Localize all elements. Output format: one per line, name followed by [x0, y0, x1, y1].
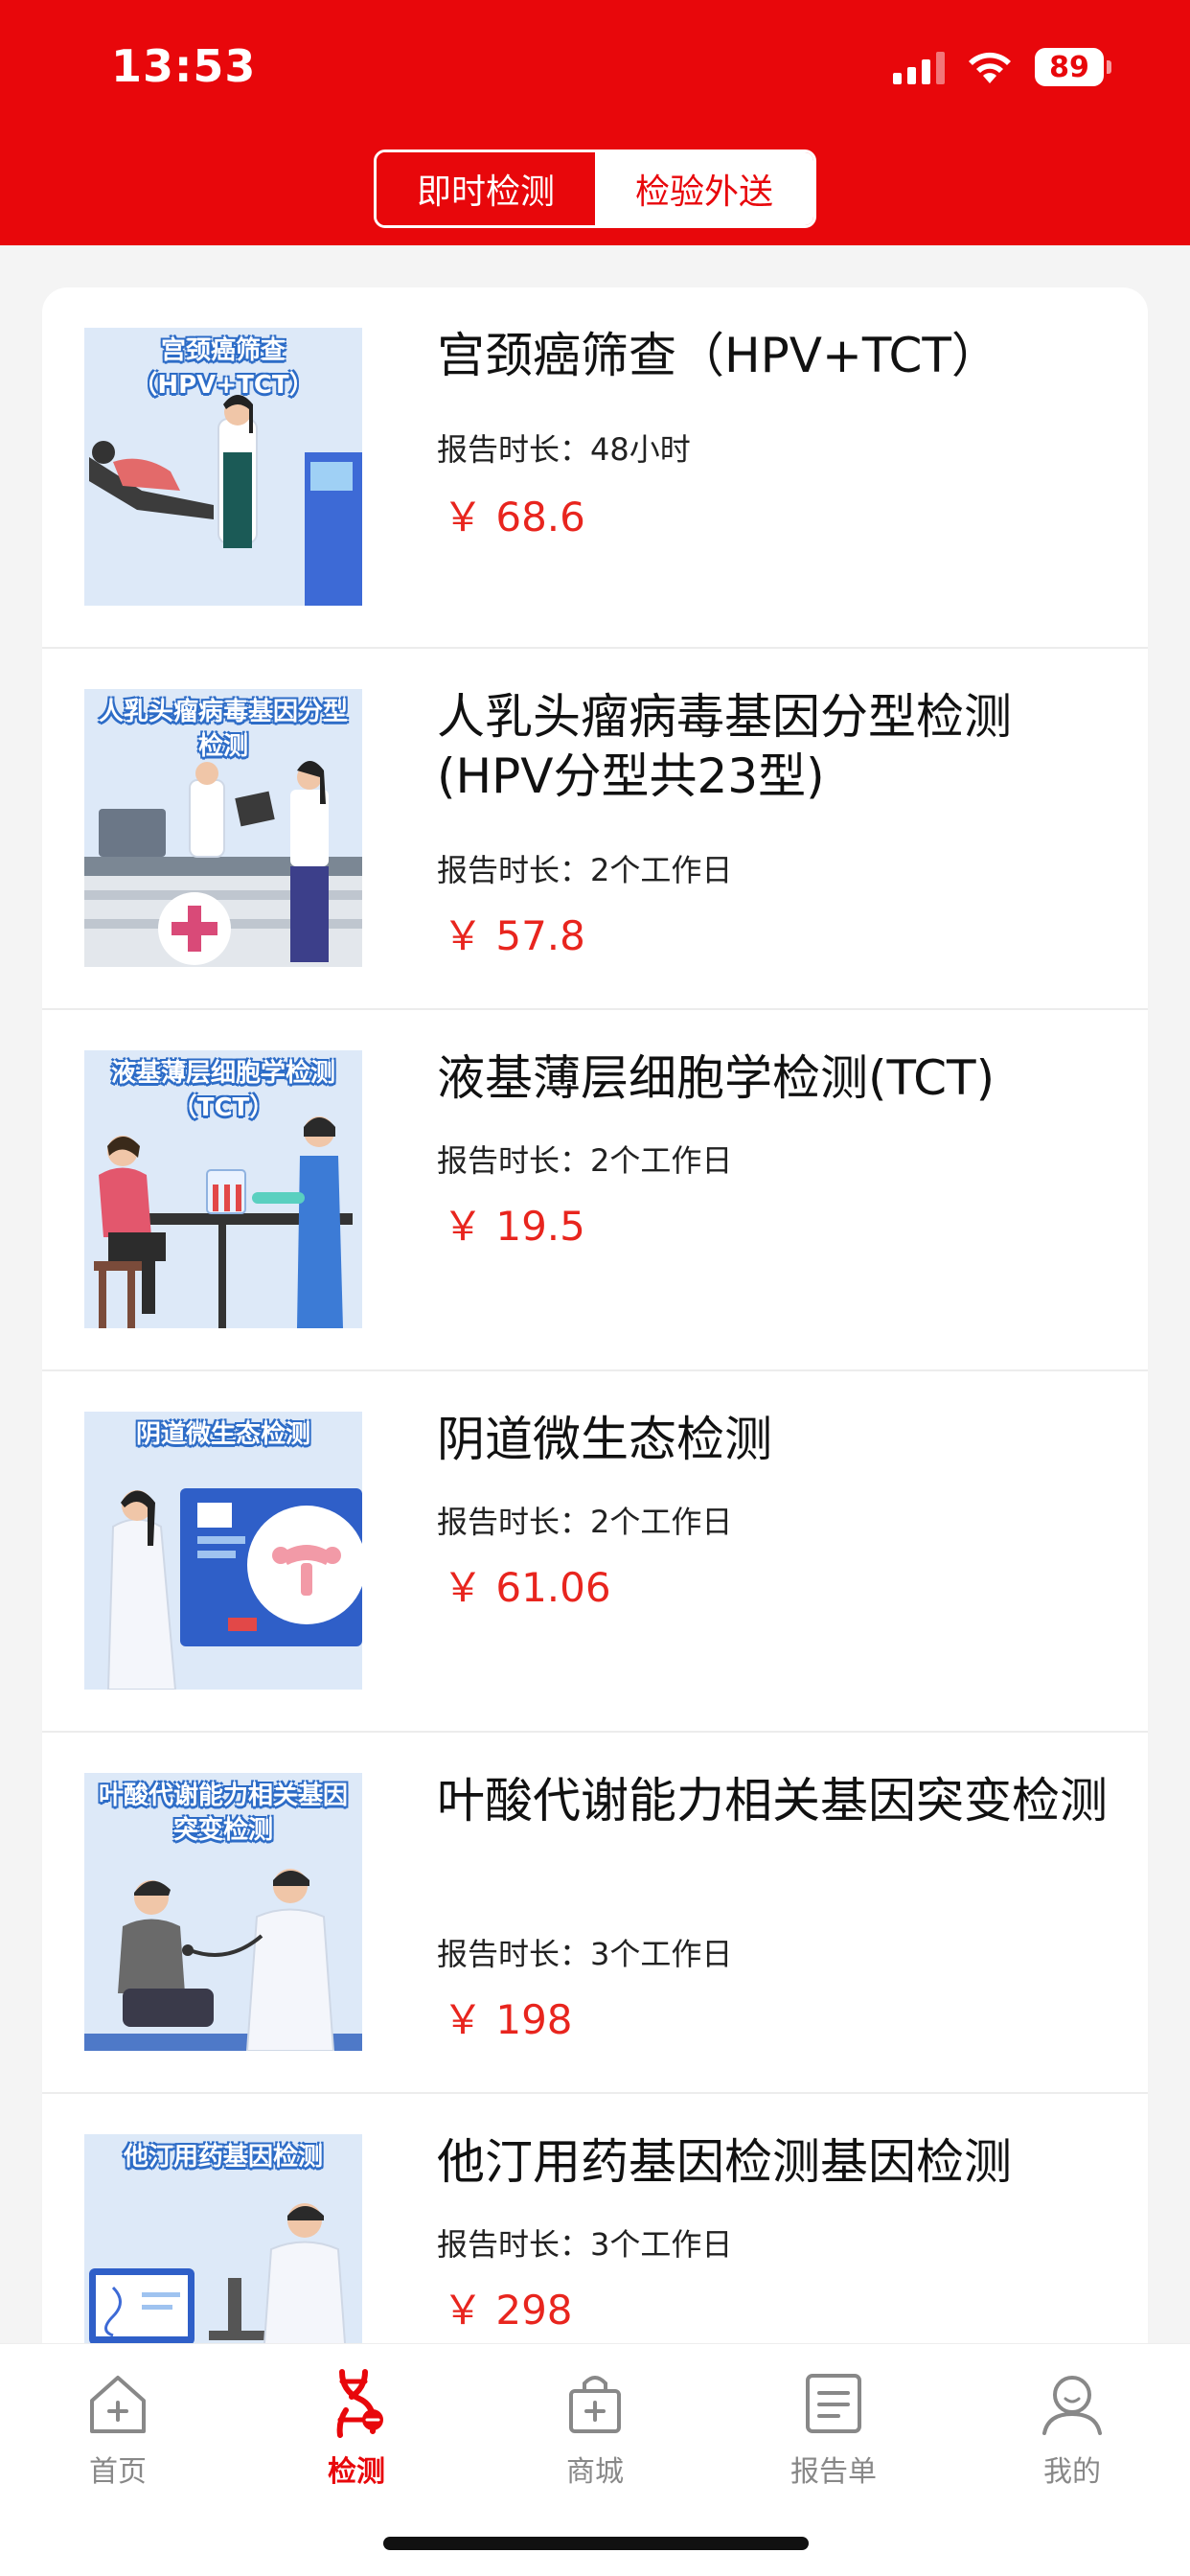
test-item-list: 宫颈癌筛查（HPV+TCT） 宫颈癌筛查（HPV+TCT） 报告时长：48小时 …: [42, 288, 1148, 2343]
item-name: 他汀用药基因检测基因检测: [437, 2134, 1012, 2190]
tab-label: 检测: [328, 2455, 385, 2489]
item-thumbnail: 叶酸代谢能力相关基因突变检测: [84, 1773, 362, 2051]
list-item[interactable]: 阴道微生态检测 阴道微生态检测 报告时长：2个工作日 ￥ 61.06: [42, 1371, 1148, 1733]
report-icon: [806, 2374, 861, 2433]
tab-report[interactable]: 报告单: [747, 2365, 920, 2490]
list-item[interactable]: 叶酸代谢能力相关基因突变检测 叶酸代谢能力相关基因突变检测 报告时长：3个工作日…: [42, 1733, 1148, 2094]
tab-lab-outsource[interactable]: 检验外送: [595, 152, 813, 225]
tab-home[interactable]: 首页: [32, 2365, 204, 2490]
profile-icon: [1042, 2376, 1102, 2435]
item-duration: 报告时长：3个工作日: [437, 2226, 733, 2263]
list-item[interactable]: 液基薄层细胞学检测（TCT） 液基薄层细胞学检测(TCT) 报告时长：2个工作日…: [42, 1010, 1148, 1371]
item-price: ￥ 298: [443, 2287, 573, 2334]
item-name: 宫颈癌筛查（HPV+TCT）: [437, 328, 999, 383]
item-thumbnail: 人乳头瘤病毒基因分型检测: [84, 689, 362, 967]
list-item[interactable]: 宫颈癌筛查（HPV+TCT） 宫颈癌筛查（HPV+TCT） 报告时长：48小时 …: [42, 288, 1148, 649]
item-thumbnail: 他汀用药基因检测: [84, 2134, 362, 2343]
item-name: 人乳头瘤病毒基因分型检测(HPV分型共23型): [437, 689, 1012, 804]
item-name: 阴道微生态检测: [437, 1412, 772, 1467]
app-header: 13:53 89 即时检测 检验外送: [0, 0, 1190, 245]
tab-label: 报告单: [790, 2455, 877, 2489]
item-thumbnail: 阴道微生态检测: [84, 1412, 362, 1690]
dna-icon: [336, 2369, 383, 2438]
tab-label: 我的: [1043, 2455, 1101, 2489]
item-price: ￥ 68.6: [443, 494, 585, 540]
tab-mall[interactable]: 商城: [509, 2365, 681, 2490]
item-duration: 报告时长：2个工作日: [437, 1504, 733, 1540]
item-price: ￥ 198: [443, 1996, 573, 2043]
battery-level: 89: [1035, 48, 1104, 86]
item-thumbnail: 宫颈癌筛查（HPV+TCT）: [84, 328, 362, 606]
cellular-signal-icon: [893, 50, 945, 84]
wifi-icon: [969, 52, 1011, 83]
item-duration: 报告时长：3个工作日: [437, 1936, 733, 1972]
item-name: 叶酸代谢能力相关基因突变检测: [437, 1773, 1108, 1828]
segment-control: 即时检测 检验外送: [374, 150, 816, 228]
thumbnail-title: 阴道微生态检测: [135, 1420, 310, 1449]
item-thumbnail: 液基薄层细胞学检测（TCT）: [84, 1050, 362, 1328]
home-icon: [90, 2376, 146, 2433]
thumbnail-title: 液基薄层细胞学检测（TCT）: [110, 1059, 335, 1122]
thumbnail-title: 他汀用药基因检测: [123, 2143, 323, 2172]
item-price: ￥ 57.8: [443, 912, 585, 959]
list-item[interactable]: 他汀用药基因检测 他汀用药基因检测基因检测 报告时长：3个工作日 ￥ 298: [42, 2094, 1148, 2343]
tab-instant-test[interactable]: 即时检测: [377, 152, 595, 225]
tab-test[interactable]: 检测: [270, 2365, 443, 2490]
tab-label: 首页: [89, 2455, 147, 2489]
status-icons: 89: [893, 44, 1111, 90]
thumbnail-title: 人乳头瘤病毒基因分型检测: [98, 698, 348, 761]
tab-label: 商城: [566, 2455, 624, 2489]
thumbnail-title: 宫颈癌筛查（HPV+TCT）: [132, 336, 314, 400]
list-item[interactable]: 人乳头瘤病毒基因分型检测 人乳头瘤病毒基因分型检测(HPV分型共23型) 报告时…: [42, 649, 1148, 1010]
item-duration: 报告时长：2个工作日: [437, 1142, 733, 1179]
item-duration: 报告时长：2个工作日: [437, 852, 733, 888]
tab-profile[interactable]: 我的: [986, 2365, 1158, 2490]
item-name: 液基薄层细胞学检测(TCT): [437, 1050, 995, 1106]
thumbnail-title: 叶酸代谢能力相关基因突变检测: [98, 1782, 348, 1845]
status-time: 13:53: [111, 40, 257, 92]
battery-icon: 89: [1035, 48, 1111, 86]
home-indicator[interactable]: [383, 2537, 809, 2550]
item-duration: 报告时长：48小时: [437, 431, 691, 468]
shopping-bag-icon: [569, 2376, 621, 2433]
item-price: ￥ 19.5: [443, 1203, 585, 1250]
item-price: ￥ 61.06: [443, 1564, 611, 1611]
